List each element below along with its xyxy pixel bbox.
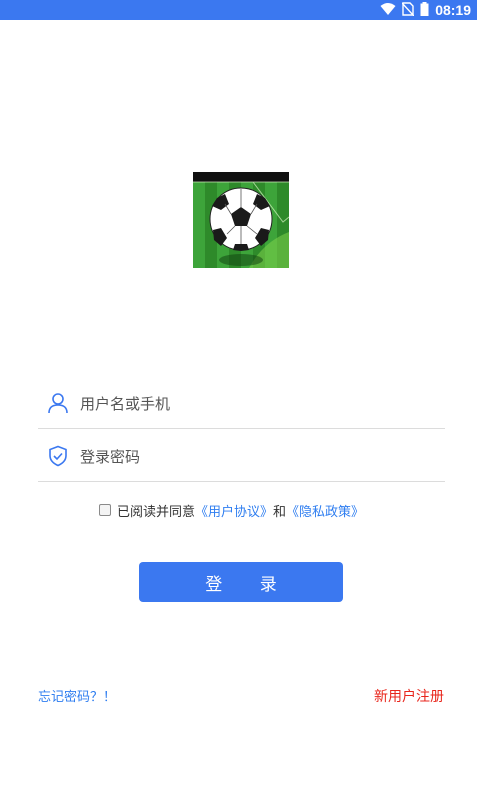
soccer-ball-logo — [193, 172, 289, 268]
battery-icon — [420, 1, 429, 20]
wifi-icon — [380, 1, 396, 20]
status-time: 08:19 — [435, 2, 471, 18]
username-field — [38, 378, 445, 429]
forgot-password-link[interactable]: 忘记密码？！ — [38, 686, 116, 705]
no-sim-icon — [401, 1, 415, 20]
user-agreement-link[interactable]: 《用户协议》 — [195, 501, 273, 520]
agreement-checkbox[interactable] — [99, 504, 111, 516]
password-input[interactable] — [78, 441, 432, 473]
agreement-prefix: 已阅读并同意 — [117, 504, 196, 520]
shield-check-icon — [47, 445, 69, 467]
agreement-row: 已阅读并同意 《用户协议》 和 《隐私政策》 — [99, 500, 364, 520]
register-link[interactable]: 新用户注册 — [374, 686, 444, 706]
password-field — [38, 431, 445, 482]
login-button[interactable]: 登 录 — [139, 562, 343, 602]
status-bar: 08:19 — [0, 0, 477, 20]
agreement-and: 和 — [273, 504, 287, 520]
username-input[interactable] — [78, 388, 432, 420]
user-icon — [47, 392, 69, 414]
privacy-policy-link[interactable]: 《隐私政策》 — [286, 501, 364, 520]
